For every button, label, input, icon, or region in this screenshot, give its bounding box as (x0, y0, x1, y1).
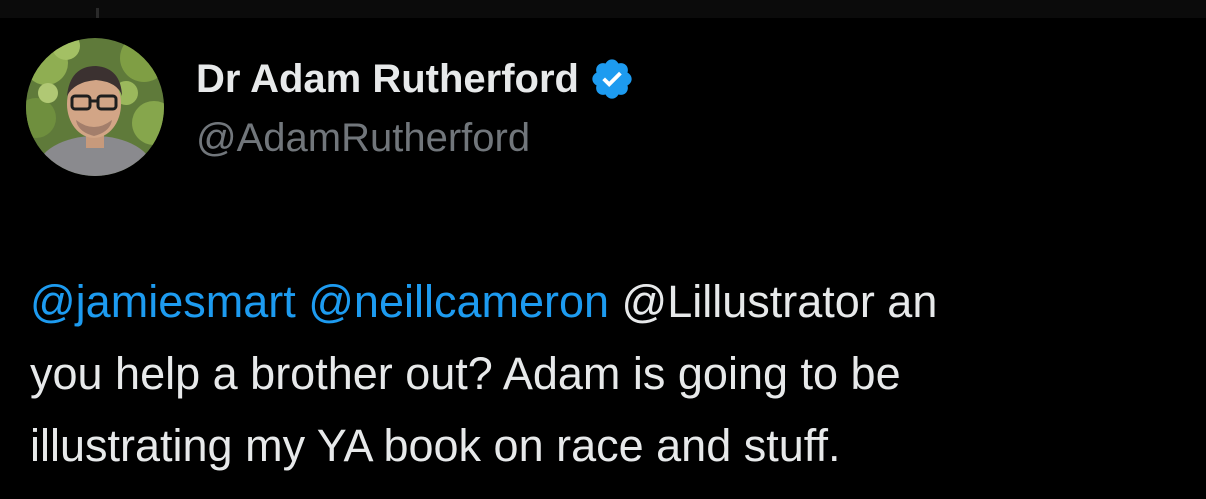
tweet-text: @jamiesmart @neillcameron @Lillustrator … (30, 266, 1180, 482)
tweet-line-1-text: @Lillustrator an (609, 276, 938, 327)
verified-badge-icon (589, 56, 635, 102)
author-name-row: Dr Adam Rutherford (196, 56, 635, 102)
mention-link[interactable]: @jamiesmart (30, 276, 296, 327)
author-handle[interactable]: @AdamRutherford (196, 116, 530, 161)
avatar[interactable] (26, 38, 164, 176)
divider (96, 8, 99, 18)
tweet-line-1: @jamiesmart @neillcameron @Lillustrator … (30, 266, 1180, 338)
tweet: Dr Adam Rutherford @AdamRutherford @jami… (0, 18, 1206, 499)
author-display-name[interactable]: Dr Adam Rutherford (196, 57, 579, 102)
tweet-line-3: illustrating my YA book on race and stuf… (30, 420, 841, 471)
avatar-image (26, 38, 164, 176)
tweet-line-2: you help a brother out? Adam is going to… (30, 348, 901, 399)
top-strip (0, 0, 1206, 18)
mention-link[interactable]: @neillcameron (308, 276, 609, 327)
